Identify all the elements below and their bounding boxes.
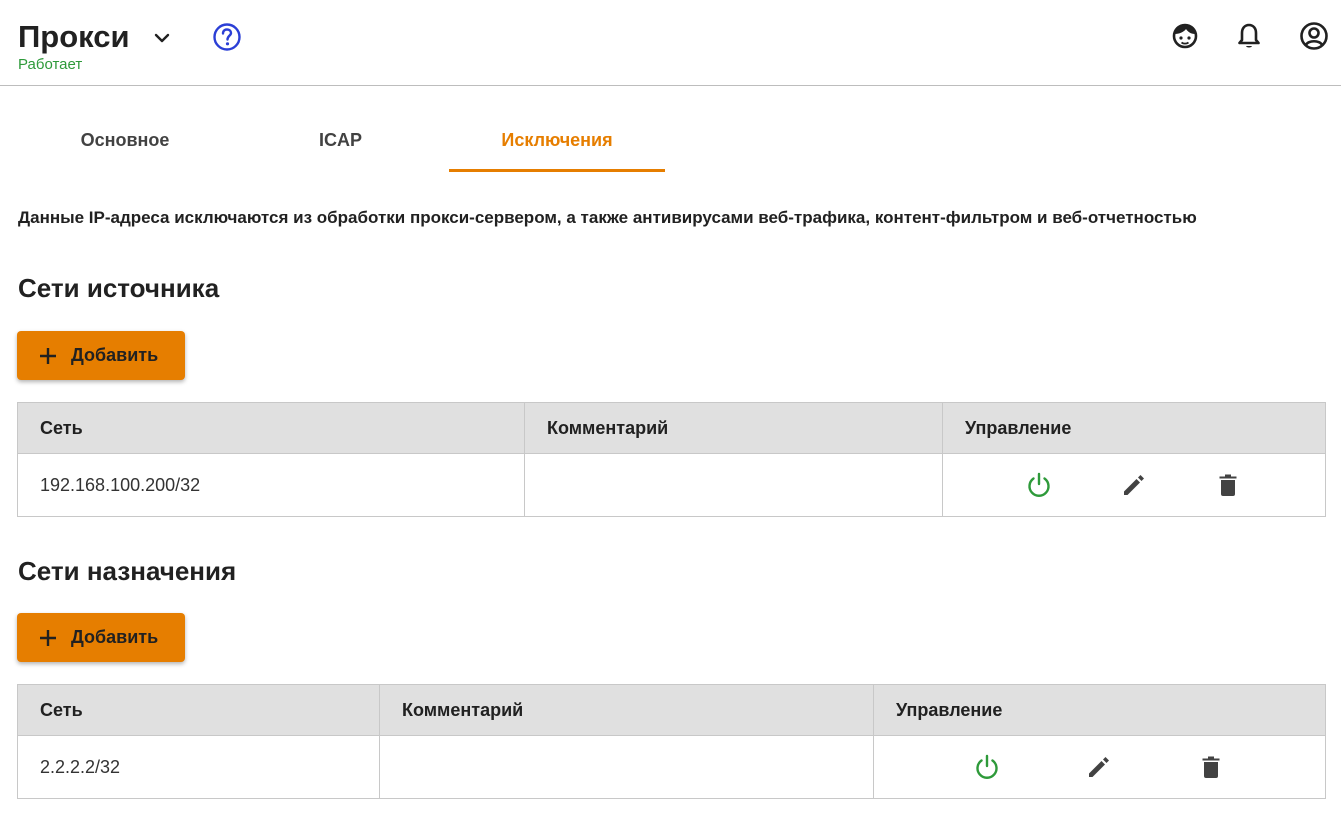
network-cell: 2.2.2.2/32 <box>17 735 380 799</box>
tab-exclusions[interactable]: Исключения <box>449 108 665 172</box>
add-button-label: Добавить <box>71 627 159 647</box>
controls-cell <box>873 735 1326 799</box>
support-icon[interactable] <box>1169 20 1201 52</box>
source-networks-title: Сети источника <box>18 273 220 303</box>
edit-icon[interactable] <box>1119 470 1149 500</box>
power-icon[interactable] <box>972 752 1002 782</box>
destination-networks-table: Сеть Комментарий Управление 2.2.2.2/32 <box>17 684 1326 799</box>
info-text: Данные IP-адреса исключаются из обработк… <box>18 208 1197 227</box>
help-icon[interactable] <box>212 22 242 52</box>
comment-cell <box>379 735 874 799</box>
comment-cell <box>524 453 943 517</box>
add-button-label: Добавить <box>71 345 159 365</box>
page-title: Прокси <box>18 19 130 54</box>
bell-icon[interactable] <box>1233 20 1265 52</box>
tab-icap[interactable]: ICAP <box>233 108 448 172</box>
column-header-controls: Управление <box>873 684 1326 736</box>
power-icon[interactable] <box>1024 470 1054 500</box>
network-cell: 192.168.100.200/32 <box>17 453 525 517</box>
source-networks-table: Сеть Комментарий Управление 192.168.100.… <box>17 402 1326 517</box>
column-header-controls: Управление <box>942 402 1326 454</box>
table-row: 2.2.2.2/32 <box>17 735 1326 799</box>
delete-icon[interactable] <box>1196 752 1226 782</box>
controls-cell <box>942 453 1326 517</box>
app-header: Прокси Работает <box>0 0 1341 86</box>
column-header-network: Сеть <box>17 402 525 454</box>
status-text: Работает <box>18 56 83 73</box>
plus-icon <box>40 629 56 646</box>
destination-networks-title: Сети назначения <box>18 556 237 586</box>
edit-icon[interactable] <box>1084 752 1114 782</box>
tab-basic[interactable]: Основное <box>18 108 232 172</box>
plus-icon <box>40 347 56 364</box>
column-header-comment: Комментарий <box>379 684 874 736</box>
column-header-network: Сеть <box>17 684 380 736</box>
add-source-button[interactable]: Добавить <box>17 331 185 380</box>
chevron-down-icon[interactable] <box>150 26 174 50</box>
add-destination-button[interactable]: Добавить <box>17 613 185 662</box>
table-row: 192.168.100.200/32 <box>17 453 1326 517</box>
delete-icon[interactable] <box>1213 470 1243 500</box>
column-header-comment: Комментарий <box>524 402 943 454</box>
account-icon[interactable] <box>1298 20 1330 52</box>
